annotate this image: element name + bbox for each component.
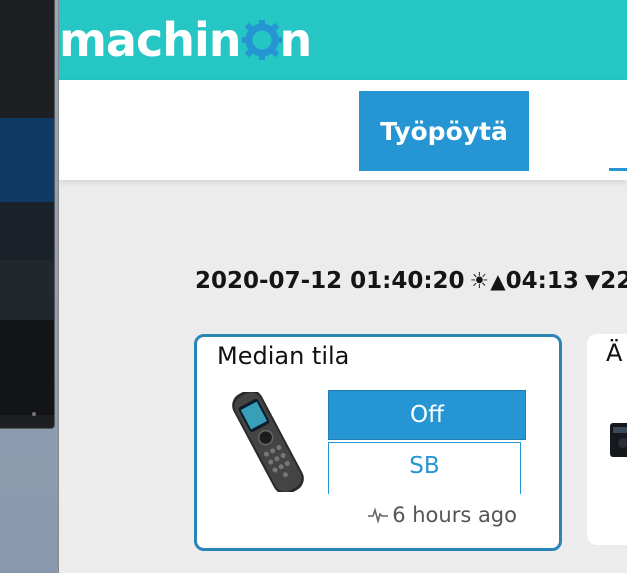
app-window: machin n Työpöytä 2020-07-12 01:40:20 ☀ … [58,0,627,573]
sunrise-time: 04:13 [505,268,579,294]
logo-text: machin [59,13,242,67]
sunset-time: 22 [600,268,627,294]
current-datetime: 2020-07-12 01:40:20 [195,268,465,294]
background-window-panel [0,202,54,260]
device-card: Ä [587,334,627,545]
remote-control-image [232,392,304,492]
sb-button[interactable]: SB [328,442,521,494]
card-title: Median tila [217,342,350,370]
logo-text-end: n [279,13,313,67]
card-title: Ä [606,339,623,367]
tab-indicator [609,168,627,171]
tab-dashboard[interactable]: Työpöytä [359,91,529,171]
device-card: Median tila Off SB 6 hours ago [194,334,562,551]
sun-icon: ☀ [469,268,490,294]
device-image [610,423,627,457]
status-bar: 2020-07-12 01:40:20 ☀ ▲ 04:13 ▼ 22 [195,268,627,294]
logo: machin n [59,13,313,67]
background-window-panel [0,260,54,320]
gear-icon [241,20,282,60]
mode-button-group: Off SB [328,390,528,494]
resize-handle[interactable] [32,412,36,416]
background-window-panel [0,320,54,415]
sunset-icon: ▼ [584,269,601,293]
app-header: machin n [59,0,627,80]
sunrise-icon: ▲ [490,269,506,293]
background-window [0,0,55,429]
nav-bar: Työpöytä [59,80,627,180]
last-update-text: 6 hours ago [392,503,517,527]
off-button[interactable]: Off [328,390,526,440]
background-window-panel [0,118,54,202]
last-update: 6 hours ago [368,503,517,527]
pulse-icon [368,507,389,524]
